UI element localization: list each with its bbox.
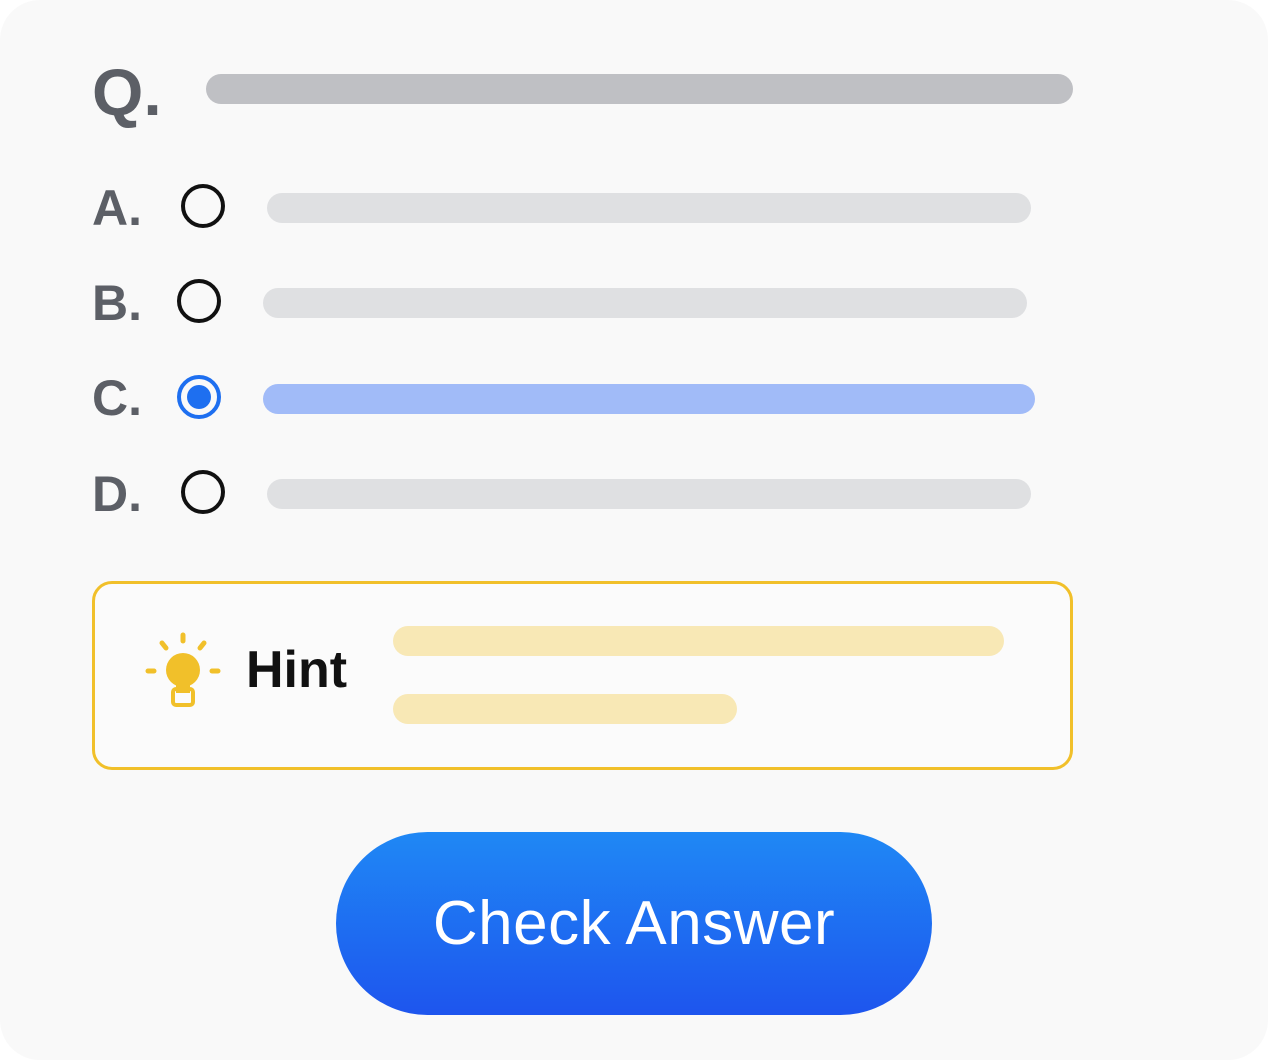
option-d-radio[interactable] (181, 470, 225, 514)
check-answer-button[interactable]: Check Answer (336, 832, 932, 1015)
option-b-radio[interactable] (177, 279, 221, 323)
option-c-letter: C. (92, 370, 142, 426)
quiz-card: Q. A. B. C. D. Hint Check Answer (0, 0, 1268, 1060)
radio-selected-dot (187, 385, 211, 409)
option-b-letter: B. (92, 275, 142, 331)
hint-text-placeholder-line-1 (393, 626, 1004, 656)
question-label: Q. (92, 55, 162, 129)
lightbulb-icon (145, 632, 221, 707)
option-b-text-placeholder[interactable] (263, 288, 1027, 318)
hint-label: Hint (246, 641, 348, 699)
option-a-radio[interactable] (181, 184, 225, 228)
option-a-text-placeholder[interactable] (267, 193, 1031, 223)
option-d-letter: D. (92, 466, 142, 522)
option-d-text-placeholder[interactable] (267, 479, 1031, 509)
hint-box (92, 581, 1073, 770)
question-text-placeholder (206, 74, 1073, 104)
option-c-text-placeholder[interactable] (263, 384, 1035, 414)
hint-text-placeholder-line-2 (393, 694, 737, 724)
option-c-radio[interactable] (177, 375, 221, 419)
option-a-letter: A. (92, 180, 142, 236)
